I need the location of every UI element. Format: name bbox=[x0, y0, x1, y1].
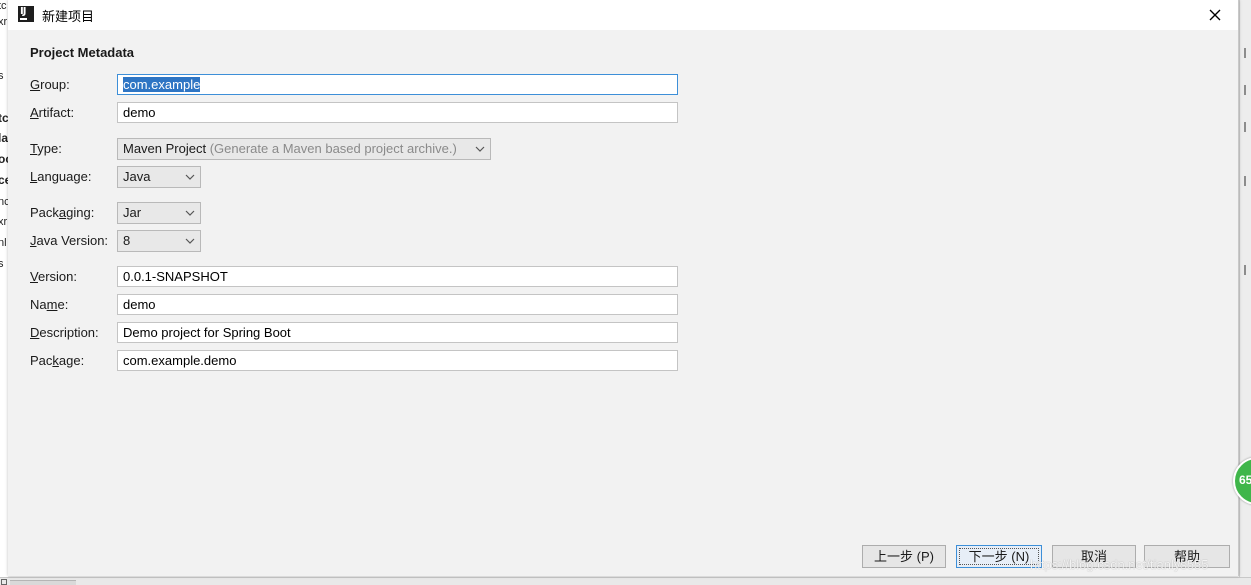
chevron-down-icon bbox=[475, 146, 485, 152]
group-label: Group: bbox=[30, 77, 70, 92]
background-text-fragment: oc bbox=[0, 152, 8, 166]
dialog-title: 新建项目 bbox=[42, 10, 95, 25]
packaging-dropdown[interactable]: Jar bbox=[117, 202, 201, 224]
background-ide-left-edge: tc xr s tc la oc ce nc xr nl s bbox=[0, 0, 8, 585]
group-value: com.example bbox=[123, 77, 201, 92]
toolbar-mark-icon bbox=[1244, 85, 1251, 95]
toolbar-mark-icon bbox=[1244, 48, 1251, 58]
chevron-down-icon bbox=[185, 238, 195, 244]
chevron-down-icon bbox=[185, 174, 195, 180]
background-text-fragment: la bbox=[0, 131, 8, 145]
description-input[interactable]: Demo project for Spring Boot bbox=[117, 322, 678, 343]
name-input[interactable]: demo bbox=[117, 294, 678, 315]
toolbar-mark-icon bbox=[1244, 176, 1251, 186]
background-text-fragment: nl bbox=[0, 237, 7, 249]
background-text-fragment: tc bbox=[0, 111, 8, 125]
background-text-fragment: xr bbox=[0, 216, 8, 228]
group-input[interactable]: com.example bbox=[117, 74, 678, 95]
section-title: Project Metadata bbox=[30, 45, 135, 60]
bottom-tab bbox=[10, 580, 76, 585]
packaging-value: Jar bbox=[123, 205, 142, 220]
toolbar-mark-icon bbox=[1244, 265, 1251, 275]
version-input[interactable]: 0.0.1-SNAPSHOT bbox=[117, 266, 678, 287]
type-dropdown[interactable]: Maven Project (Generate a Maven based pr… bbox=[117, 138, 491, 160]
new-project-dialog: IJ 新建项目 Project Metadata Group: com.exam… bbox=[8, 0, 1239, 576]
dialog-titlebar: IJ 新建项目 bbox=[8, 0, 1238, 30]
background-text-fragment: nc bbox=[0, 196, 8, 208]
package-label: Package: bbox=[30, 353, 85, 368]
close-icon bbox=[1209, 9, 1221, 21]
name-label: Name: bbox=[30, 297, 69, 312]
artifact-input[interactable]: demo bbox=[117, 102, 678, 123]
badge-count: 65 bbox=[1239, 473, 1251, 487]
chevron-down-icon bbox=[185, 210, 195, 216]
artifact-label: Artifact: bbox=[30, 105, 75, 120]
close-button[interactable] bbox=[1200, 3, 1230, 27]
type-value: Maven Project bbox=[123, 141, 207, 156]
intellij-idea-icon: IJ bbox=[18, 6, 34, 22]
background-text-fragment: xr bbox=[0, 16, 8, 28]
watermark: https://blog.csdn.net/tianlys555 bbox=[1030, 557, 1209, 572]
background-ide-bottom-bar bbox=[0, 577, 1251, 585]
background-text-fragment: s bbox=[0, 70, 4, 82]
java-version-value: 8 bbox=[123, 233, 131, 248]
type-hint: (Generate a Maven based project archive.… bbox=[209, 141, 457, 156]
background-text-fragment: tc bbox=[0, 0, 7, 12]
java-version-dropdown[interactable]: 8 bbox=[117, 230, 201, 252]
type-label: Type: bbox=[30, 141, 62, 156]
background-text-fragment: s bbox=[0, 258, 4, 270]
language-value: Java bbox=[123, 169, 151, 184]
description-label: Description: bbox=[30, 325, 99, 340]
java-version-label: Java Version: bbox=[30, 233, 109, 248]
background-text-fragment: ce bbox=[0, 173, 8, 187]
version-label: Version: bbox=[30, 269, 77, 284]
screen: tc xr s tc la oc ce nc xr nl s IJ 新建项目 bbox=[0, 0, 1251, 585]
toolbar-mark-icon bbox=[1244, 122, 1251, 132]
language-dropdown[interactable]: Java bbox=[117, 166, 201, 188]
packaging-label: Packaging: bbox=[30, 205, 95, 220]
grid-icon bbox=[1, 579, 7, 585]
previous-button[interactable]: 上一步 (P) bbox=[862, 545, 946, 568]
package-input[interactable]: com.example.demo bbox=[117, 350, 678, 371]
language-label: Language: bbox=[30, 169, 92, 184]
